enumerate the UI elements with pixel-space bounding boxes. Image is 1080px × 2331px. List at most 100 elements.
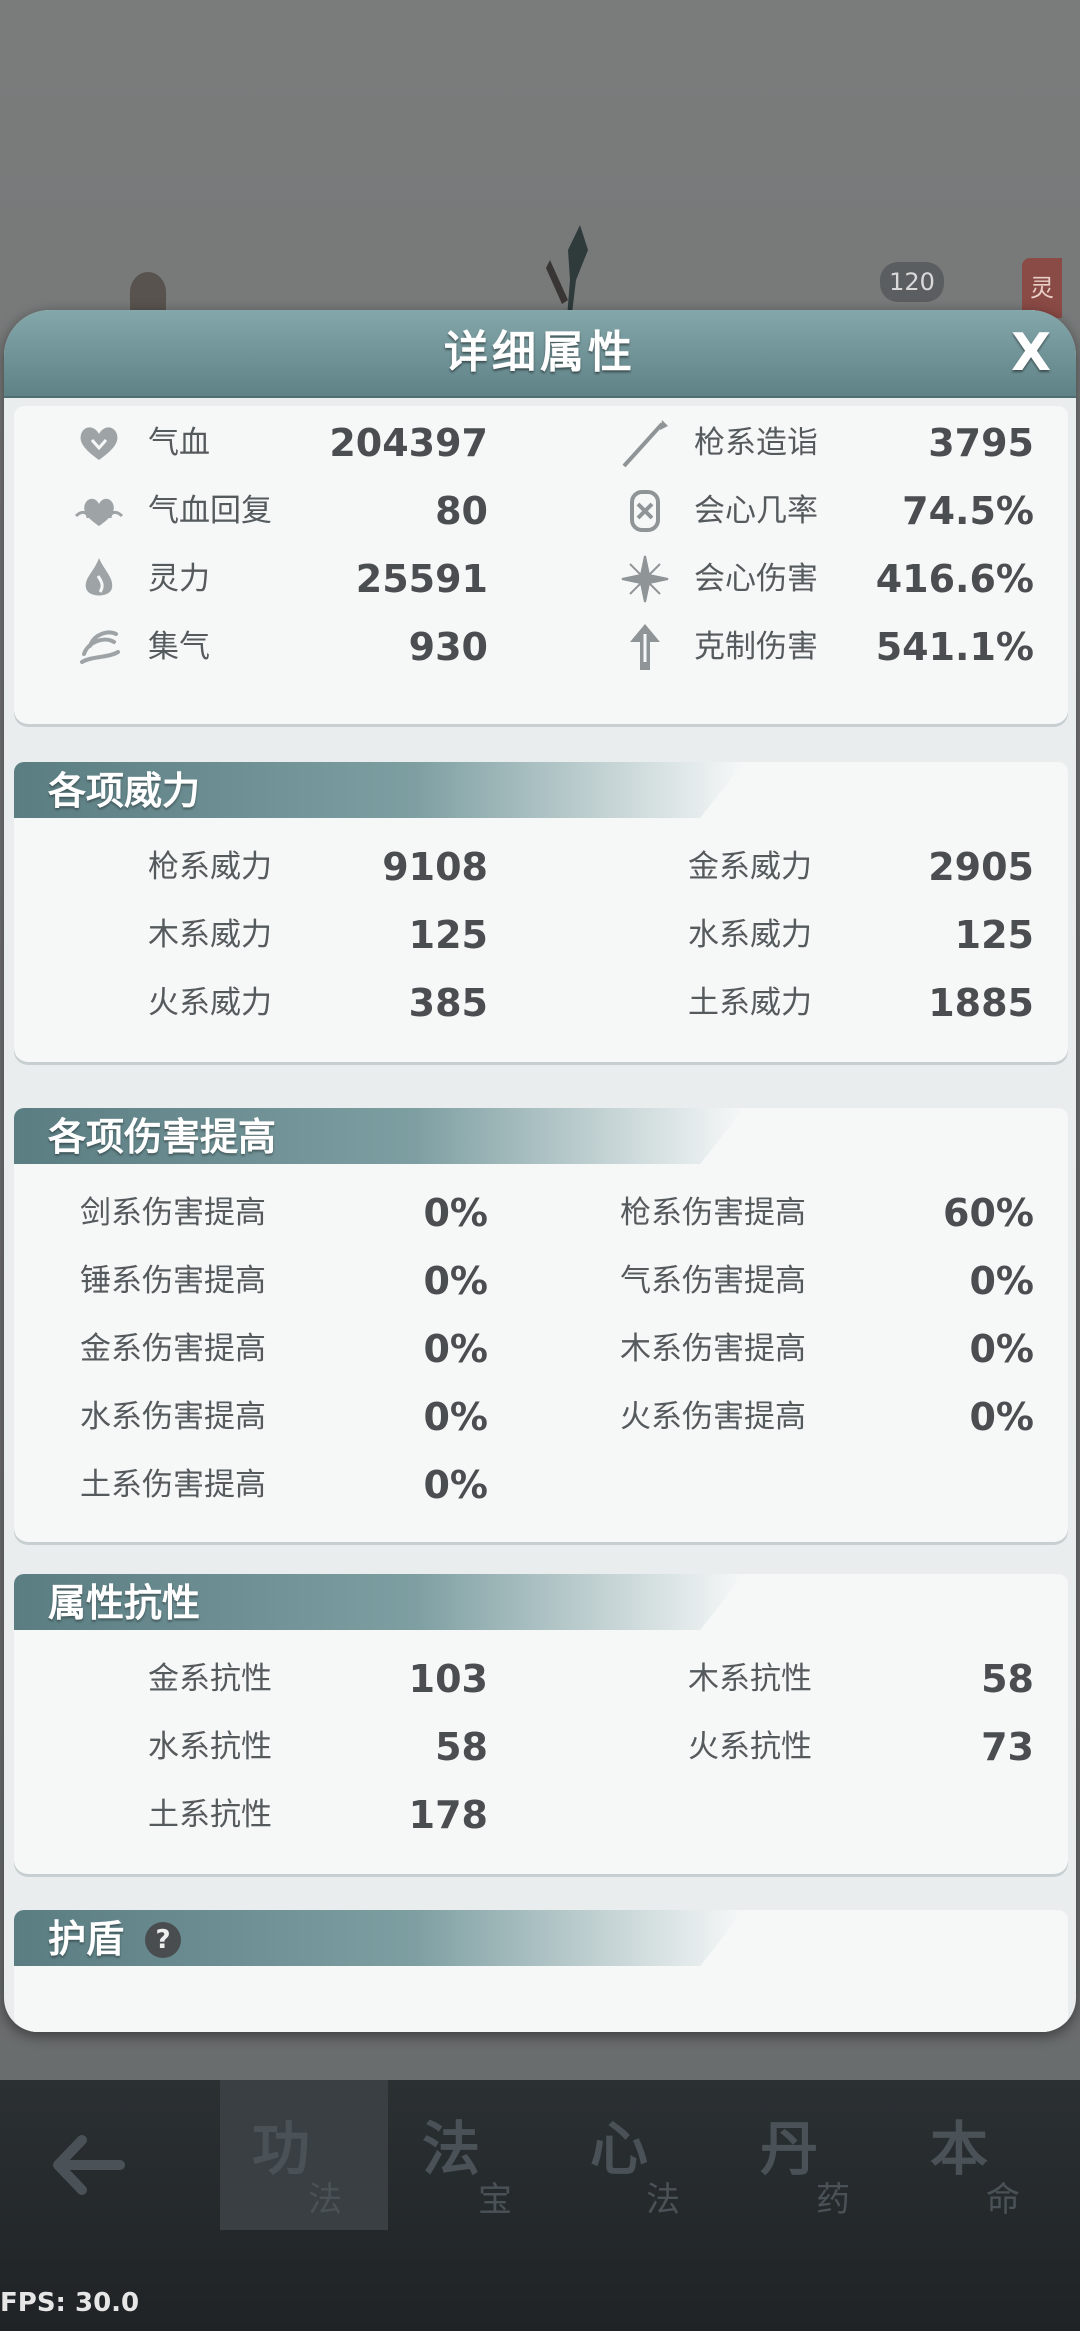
stat-label: 金系抗性 xyxy=(148,1661,272,1697)
stat-value: 416.6% xyxy=(875,557,1034,601)
stat-value: 0% xyxy=(423,1327,488,1371)
back-arrow-icon[interactable] xyxy=(40,2110,140,2220)
tab-main-label: 功 xyxy=(252,2115,311,2183)
stat-label: 气血回复 xyxy=(148,493,272,529)
tab-fabao[interactable]: 法 宝 xyxy=(390,2080,558,2230)
swirl-icon xyxy=(80,630,120,664)
tab-main-label: 法 xyxy=(422,2115,481,2183)
stat-label: 气血 xyxy=(148,425,210,461)
stat-value: 3795 xyxy=(928,421,1034,465)
stat-label: 火系威力 xyxy=(148,985,272,1021)
stat-value: 25591 xyxy=(355,557,488,601)
stat-label: 灵力 xyxy=(148,561,210,597)
stat-label: 木系抗性 xyxy=(688,1661,812,1697)
stat-label: 剑系伤害提高 xyxy=(80,1195,266,1231)
stat-label: 火系抗性 xyxy=(688,1729,812,1765)
power-card: 各项威力 枪系威力 9108 金系威力 2905 木系威力 125 水系威力 1… xyxy=(14,762,1068,1062)
stat-row: 金系伤害提高 0% 木系伤害提高 0% xyxy=(14,1324,1068,1374)
stat-row: 气血 204397 xyxy=(74,418,494,468)
stat-row: 枪系威力 9108 金系威力 2905 xyxy=(14,842,1068,892)
heart-icon xyxy=(80,427,118,460)
stat-label: 气系伤害提高 xyxy=(620,1263,806,1299)
stat-label: 枪系造诣 xyxy=(694,425,818,461)
stat-row: 水系抗性 58 火系抗性 73 xyxy=(14,1722,1068,1772)
stat-row: 土系抗性 178 xyxy=(14,1790,1068,1840)
stat-label: 木系威力 xyxy=(148,917,272,953)
tab-danyao[interactable]: 丹 药 xyxy=(728,2080,896,2230)
stat-row: 灵力 25591 xyxy=(74,554,494,604)
stat-value: 73 xyxy=(981,1725,1034,1769)
scene-object xyxy=(130,272,166,312)
side-tag[interactable]: 灵 xyxy=(1022,258,1062,318)
stat-label: 木系伤害提高 xyxy=(620,1331,806,1367)
dialog-title: 详细属性 xyxy=(444,327,636,378)
fps-counter: FPS: 30.0 xyxy=(0,2288,140,2318)
stat-label: 集气 xyxy=(148,629,210,665)
stat-value: 80 xyxy=(435,489,488,533)
stat-row: 会心伤害 416.6% xyxy=(614,554,1034,604)
stat-label: 水系伤害提高 xyxy=(80,1399,266,1435)
stat-value: 58 xyxy=(435,1725,488,1769)
stat-row: 气血回复 80 xyxy=(74,486,494,536)
tab-gongfa[interactable]: 功 法 xyxy=(220,2080,388,2230)
stat-value: 58 xyxy=(981,1657,1034,1701)
tab-main-label: 心 xyxy=(590,2115,649,2183)
crit-rate-icon xyxy=(630,490,660,532)
stat-label: 水系抗性 xyxy=(148,1729,272,1765)
tab-xinfa[interactable]: 心 法 xyxy=(558,2080,726,2230)
stat-label: 会心几率 xyxy=(694,493,818,529)
stat-row: 火系威力 385 土系威力 1885 xyxy=(14,978,1068,1028)
shield-card: 护盾 ? xyxy=(14,1910,1068,2032)
detail-attributes-dialog: 详细属性 X 气血 204397 气血回复 80 灵力 25591 集气 930… xyxy=(4,310,1076,2032)
stat-row: 水系伤害提高 0% 火系伤害提高 0% xyxy=(14,1392,1068,1442)
stat-value: 9108 xyxy=(382,845,488,889)
stat-value: 0% xyxy=(423,1259,488,1303)
damage-boost-card: 各项伤害提高 剑系伤害提高 0% 枪系伤害提高 60% 锤系伤害提高 0% 气系… xyxy=(14,1108,1068,1542)
stat-value: 125 xyxy=(408,913,488,957)
stat-value: 204397 xyxy=(329,421,488,465)
stat-row: 剑系伤害提高 0% 枪系伤害提高 60% xyxy=(14,1188,1068,1238)
tab-main-label: 丹 xyxy=(760,2115,819,2183)
stat-label: 土系威力 xyxy=(688,985,812,1021)
close-button[interactable]: X xyxy=(1004,326,1058,380)
stat-value: 0% xyxy=(423,1191,488,1235)
resistance-card: 属性抗性 金系抗性 103 木系抗性 58 水系抗性 58 火系抗性 73 土系… xyxy=(14,1574,1068,1874)
stat-label: 火系伤害提高 xyxy=(620,1399,806,1435)
section-title: 各项伤害提高 xyxy=(48,1115,277,1159)
stat-row: 克制伤害 541.1% xyxy=(614,622,1034,672)
crit-damage-icon xyxy=(621,555,669,603)
spear-icon xyxy=(622,420,668,468)
stat-label: 会心伤害 xyxy=(694,561,818,597)
tab-sub-label: 法 xyxy=(646,2180,680,2220)
stat-label: 金系威力 xyxy=(688,849,812,885)
level-badge: 120 xyxy=(880,262,944,302)
help-icon[interactable]: ? xyxy=(145,1922,181,1958)
stat-row: 枪系造诣 3795 xyxy=(614,418,1034,468)
stat-label: 水系威力 xyxy=(688,917,812,953)
stat-label: 枪系伤害提高 xyxy=(620,1195,806,1231)
stat-value: 0% xyxy=(969,1395,1034,1439)
stat-value: 103 xyxy=(408,1657,488,1701)
tab-sub-label: 法 xyxy=(308,2180,342,2220)
tab-benming[interactable]: 本 命 xyxy=(898,2080,1066,2230)
stat-value: 1885 xyxy=(928,981,1034,1025)
stat-value: 0% xyxy=(423,1395,488,1439)
stat-row: 土系伤害提高 0% xyxy=(14,1460,1068,1510)
stat-value: 2905 xyxy=(928,845,1034,889)
counter-damage-icon xyxy=(630,624,660,670)
stat-label: 克制伤害 xyxy=(694,629,818,665)
tab-main-label: 本 xyxy=(930,2115,989,2183)
stat-row: 集气 930 xyxy=(74,622,494,672)
stat-label: 锤系伤害提高 xyxy=(80,1263,266,1299)
section-title: 各项威力 xyxy=(48,769,201,813)
stat-label: 土系伤害提高 xyxy=(80,1467,266,1503)
section-title: 护盾 xyxy=(48,1917,125,1961)
tab-sub-label: 药 xyxy=(816,2180,850,2220)
stat-value: 0% xyxy=(969,1259,1034,1303)
stat-value: 125 xyxy=(954,913,1034,957)
stat-value: 0% xyxy=(423,1463,488,1507)
section-title: 属性抗性 xyxy=(48,1581,201,1625)
flame-drop-icon xyxy=(85,558,113,596)
stat-label: 土系抗性 xyxy=(148,1797,272,1833)
dialog-header: 详细属性 X xyxy=(4,310,1076,398)
